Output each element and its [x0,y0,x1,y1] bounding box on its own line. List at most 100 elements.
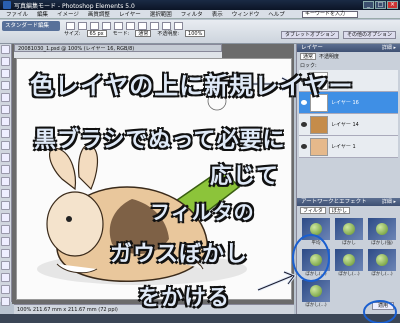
mode-label: モード: [112,31,130,37]
menu-select[interactable]: 選択範囲 [150,10,172,18]
brush-preset-9[interactable] [162,22,171,30]
tool-preset-strip [66,22,196,30]
annotation-line-4: フィルタの [150,200,255,224]
layer-row[interactable]: レイヤー 14 [299,114,398,136]
effect-thumbnail-gaussian[interactable]: ぼかし(...) [301,249,331,277]
paint-bucket-icon[interactable] [1,249,10,258]
effects-filter-select[interactable]: ぼかし [328,207,350,214]
brush-preset-6[interactable] [126,22,135,30]
red-eye-tool-icon[interactable] [1,177,10,186]
menu-filter[interactable]: フィルタ [181,10,203,18]
effect-label: ぼかし(...) [305,303,327,308]
effect-label: ぼかし(...) [338,272,360,277]
size-field[interactable]: 65 px [86,30,107,37]
effect-thumbnail[interactable]: ぼかし [334,218,364,246]
gradient-tool-icon[interactable] [1,261,10,270]
brush-preset-2[interactable] [78,22,87,30]
close-button[interactable]: × [387,1,398,9]
visibility-eye-icon[interactable] [301,122,307,127]
magic-wand-tool-icon[interactable] [1,117,10,126]
menu-view[interactable]: 表示 [212,10,223,18]
layers-panel-title: レイヤー [301,45,323,51]
layer-row[interactable]: レイヤー 1 [299,136,398,158]
eyedropper-tool-icon[interactable] [1,81,10,90]
maximize-button[interactable]: □ [375,1,386,9]
mode-select[interactable]: 通常 [135,30,152,37]
toolbox [0,44,12,306]
menu-window[interactable]: ウィンドウ [232,10,260,18]
size-label: サイズ: [64,31,81,37]
lasso-tool-icon[interactable] [1,105,10,114]
artwork-panel-header[interactable]: アートワークとエフェクト 詳細 ▸ [297,198,400,206]
brush-tool-icon[interactable] [1,237,10,246]
brush-preset-3[interactable] [90,22,99,30]
effects-grid: 平均 ぼかし ぼかし(強) ぼかし(...) ぼかし(...) ぼかし(...)… [297,215,400,311]
brush-preset-10[interactable] [174,22,183,30]
opacity-field[interactable]: 100% [185,30,206,37]
brush-preset-5[interactable] [114,22,123,30]
layer-opacity-label: 不透明度 [319,54,340,60]
zoom-tool-icon[interactable] [1,57,10,66]
search-input[interactable]: キーワードを入力 [302,11,358,18]
selection-brush-icon[interactable] [1,129,10,138]
shape-tool-icon[interactable] [1,273,10,282]
annotation-line-5: ガウスぼかし [110,242,249,267]
opacity-label: 不透明度: [157,31,180,37]
hand-tool-icon[interactable] [1,69,10,78]
effect-label: ぼかし(...) [371,272,393,277]
menu-enhance[interactable]: 画質調整 [88,10,110,18]
clone-stamp-icon[interactable] [1,201,10,210]
artwork-more-button[interactable]: 詳細 ▸ [382,198,396,206]
minimize-button[interactable]: _ [363,1,374,9]
layers-more-button[interactable]: 詳細 ▸ [382,44,396,52]
effect-thumbnail[interactable]: ぼかし(強) [367,218,397,246]
type-tool-icon[interactable] [1,141,10,150]
other-options-button[interactable]: その他のオプション [342,31,396,39]
effect-thumbnail[interactable]: ぼかし(...) [334,249,364,277]
blur-tool-icon[interactable] [1,285,10,294]
menu-image[interactable]: イメージ [57,10,79,18]
effects-filter-row: フィルタ ぼかし [297,206,400,215]
annotation-line-1: 色レイヤの上に新規レイヤー [30,72,354,100]
menu-layer[interactable]: レイヤー [119,10,141,18]
pencil-tool-icon[interactable] [1,225,10,234]
brush-preset-8[interactable] [150,22,159,30]
window-title: 写真編集モード - Photoshop Elements 5.0 [14,2,135,10]
healing-brush-icon[interactable] [1,189,10,198]
layer-thumbnail [310,115,328,134]
visibility-eye-icon[interactable] [301,144,307,149]
title-bar: 写真編集モード - Photoshop Elements 5.0 _ □ × [0,0,400,10]
menu-edit[interactable]: 編集 [37,10,48,18]
cookie-cutter-icon[interactable] [1,165,10,174]
effect-label: ぼかし(...) [305,272,327,277]
effect-label: ぼかし(強) [371,241,393,246]
blend-mode-select[interactable]: 通常 [300,53,317,60]
sponge-tool-icon[interactable] [1,297,10,306]
effect-thumbnail[interactable]: 平均 [301,218,331,246]
eraser-tool-icon[interactable] [1,213,10,222]
layers-toolbar: 通常 不透明度 [297,52,400,61]
brush-preset-4[interactable] [102,22,111,30]
menu-help[interactable]: ヘルプ [268,10,285,18]
annotation-line-2: 黒ブラシでぬって必要に [34,128,286,153]
menu-file[interactable]: ファイル [6,10,28,18]
marquee-tool-icon[interactable] [1,93,10,102]
effect-thumbnail[interactable]: ぼかし(...) [367,249,397,277]
layers-panel-header[interactable]: レイヤー 詳細 ▸ [297,44,400,52]
options-bar: スタンダード編集 サイズ: 65 px モード: 通常 不透明度: 100% タ… [0,20,400,44]
artwork-panel-title: アートワークとエフェクト [301,199,367,205]
layer-name: レイヤー 1 [331,144,356,150]
annotation-line-3: 応じて [210,164,280,189]
crop-tool-icon[interactable] [1,153,10,162]
apply-button[interactable]: 適用 [372,302,394,310]
brush-preset-1[interactable] [66,22,75,30]
app-icon [3,1,11,9]
standard-edit-button[interactable]: スタンダード編集 [2,21,60,31]
layer-thumbnail [310,137,328,156]
move-tool-icon[interactable] [1,45,10,54]
brush-preset-7[interactable] [138,22,147,30]
effect-thumbnail[interactable]: ぼかし(...) [301,280,331,308]
document-tab[interactable]: 20081030_1.psd @ 100% (レイヤー 16, RGB/8) [14,44,222,52]
tablet-options-button[interactable]: タブレットオプション [280,31,339,39]
effects-category-select[interactable]: フィルタ [300,207,326,214]
